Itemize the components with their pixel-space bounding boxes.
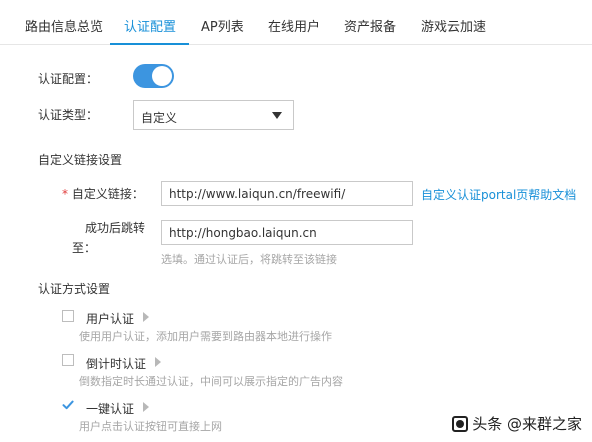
custom-link-input[interactable]	[161, 181, 413, 206]
active-tab-indicator	[110, 43, 189, 45]
tab-auth-config[interactable]: 认证配置	[124, 16, 176, 35]
watermark: 头条 @来群之家	[452, 413, 582, 434]
camera-logo-icon	[452, 415, 469, 432]
tab-asset-report[interactable]: 资产报备	[344, 16, 396, 35]
tab-online-users[interactable]: 在线用户	[268, 16, 320, 35]
chevron-right-icon[interactable]	[143, 312, 149, 322]
redirect-url-input[interactable]	[161, 220, 413, 245]
caret-down-icon	[272, 112, 282, 119]
auth-config-toggle[interactable]	[133, 64, 174, 88]
tab-bar: 路由信息总览 认证配置 AP列表 在线用户 资产报备 游戏云加速	[0, 0, 592, 45]
one-click-auth-desc: 用户点击认证按钮可直接上网	[79, 420, 222, 433]
countdown-auth-checkbox[interactable]	[62, 354, 74, 366]
custom-link-section-title: 自定义链接设置	[38, 153, 123, 167]
user-auth-label: 用户认证	[86, 312, 135, 326]
redirect-label-line1: 成功后跳转	[85, 221, 146, 235]
tab-ap-list[interactable]: AP列表	[201, 16, 244, 35]
portal-help-doc-link[interactable]: 自定义认证portal页帮助文档	[421, 186, 576, 203]
tab-router-overview[interactable]: 路由信息总览	[25, 16, 103, 35]
one-click-auth-checkbox[interactable]	[62, 399, 74, 411]
checkmark-icon	[62, 400, 74, 410]
redirect-hint: 选填。通过认证后，将跳转至该链接	[161, 253, 337, 266]
countdown-auth-label: 倒计时认证	[86, 357, 147, 371]
custom-link-label: * 自定义链接：	[62, 185, 144, 202]
countdown-auth-desc: 倒数指定时长通过认证，中间可以展示指定的广告内容	[79, 375, 343, 388]
redirect-label-line2: 至：	[72, 241, 97, 255]
auth-config-label: 认证配置：	[38, 72, 99, 86]
auth-methods-title: 认证方式设置	[38, 282, 111, 296]
one-click-auth-label: 一键认证	[86, 402, 135, 416]
auth-type-select[interactable]: 自定义	[133, 100, 294, 130]
user-auth-desc: 使用用户认证，添加用户需要到路由器本地进行操作	[79, 330, 332, 343]
required-mark: *	[62, 187, 68, 201]
custom-link-label-text: 自定义链接：	[71, 187, 144, 201]
auth-type-label: 认证类型：	[38, 108, 99, 122]
chevron-right-icon[interactable]	[155, 357, 161, 367]
auth-type-value: 自定义	[141, 111, 178, 125]
tab-game-cloud-acceleration[interactable]: 游戏云加速	[421, 16, 486, 35]
chevron-right-icon[interactable]	[143, 402, 149, 412]
toggle-knob	[152, 66, 172, 86]
watermark-text: 头条 @来群之家	[472, 415, 582, 433]
user-auth-checkbox[interactable]	[62, 310, 74, 322]
